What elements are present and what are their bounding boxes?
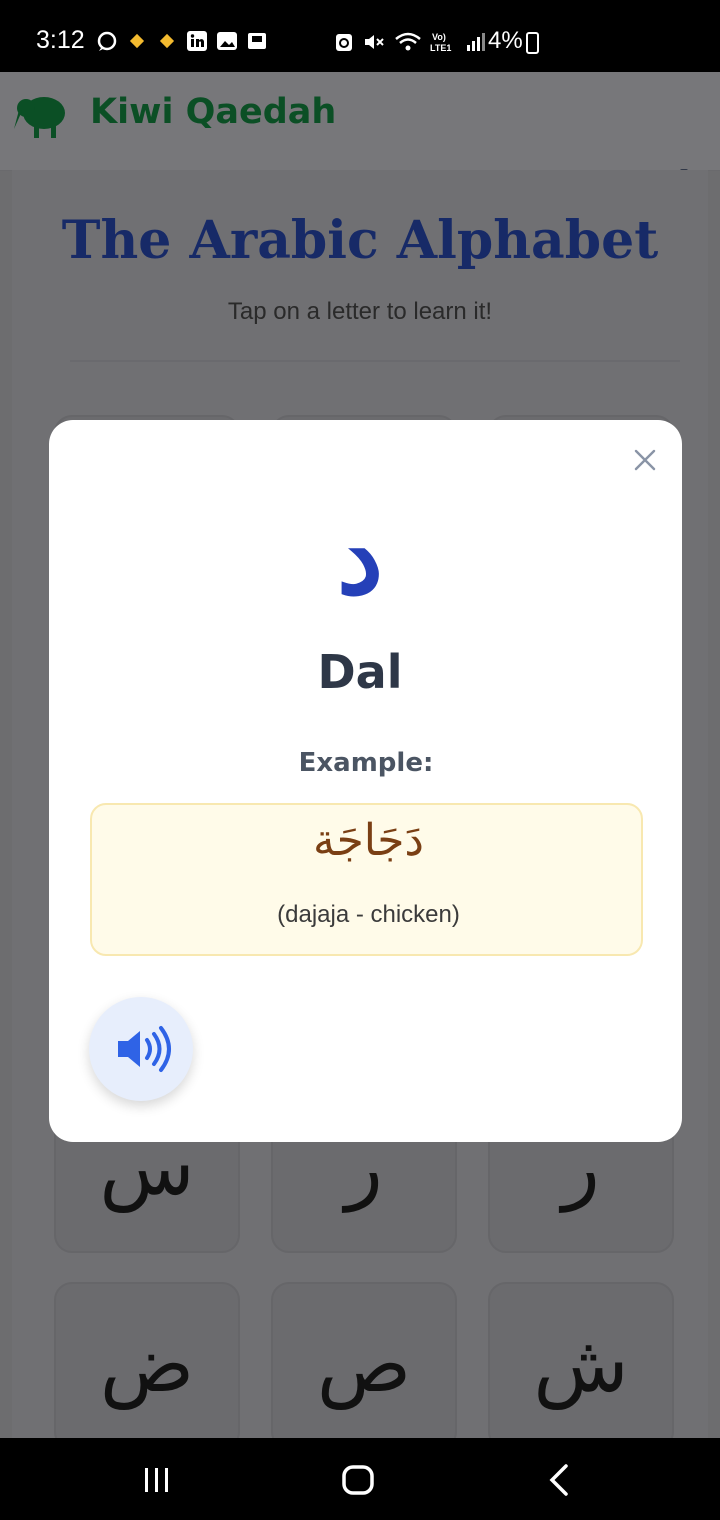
example-box: دَجَاجَة (dajaja - chicken) [90,803,643,956]
play-audio-button[interactable] [89,997,193,1101]
example-transliteration: (dajaja - chicken) [277,901,460,928]
volte-icon: Vo) LTE1 [430,30,458,58]
page-title: The Arabic Alphabet [61,210,659,271]
letter-card-glyph: ش [533,1320,629,1410]
modal-letter-name: Dal [317,645,403,699]
status-time: 3:12 [36,26,85,54]
letter-card[interactable]: ش [488,1282,674,1450]
svg-text:LTE1: LTE1 [430,43,451,53]
status-icons-left [96,30,268,56]
page-subtitle: Tap on a letter to learn it! [227,298,493,325]
system-nav-bar [0,1438,720,1520]
binance-icon [156,30,178,56]
letter-card-glyph: ص [316,1320,412,1410]
recycle-icon [334,31,354,57]
recent-apps-icon[interactable] [142,1465,172,1495]
kiwi-bird-icon [14,97,65,138]
gallery-icon [216,30,238,56]
battery-percent: 4% [488,27,523,54]
modal-letter: د [336,495,384,618]
letter-card-glyph: ض [99,1320,195,1410]
signal-icon [466,31,486,57]
letter-card[interactable]: ض [54,1282,240,1450]
close-icon[interactable] [630,445,660,475]
status-icons-right: Vo) LTE1 [334,30,486,58]
binance-icon [126,30,148,56]
home-icon[interactable] [340,1462,376,1498]
status-bar: 3:12 Vo) LTE1 4% [0,0,720,72]
linkedin-icon [186,30,208,56]
wifi-icon [394,31,422,57]
example-label: Example: [298,748,434,778]
divider [70,360,680,362]
example-word: دَجَاجَة [313,815,424,866]
svg-text:Vo): Vo) [432,32,446,42]
battery-icon [526,32,539,54]
back-icon[interactable] [544,1462,574,1498]
app-title: Kiwi Qaedah [90,92,337,132]
app-icon [246,30,268,56]
mute-icon [362,31,386,57]
speaker-icon [118,1026,171,1072]
whatsapp-icon [96,30,118,56]
letter-card[interactable]: ص [271,1282,457,1450]
